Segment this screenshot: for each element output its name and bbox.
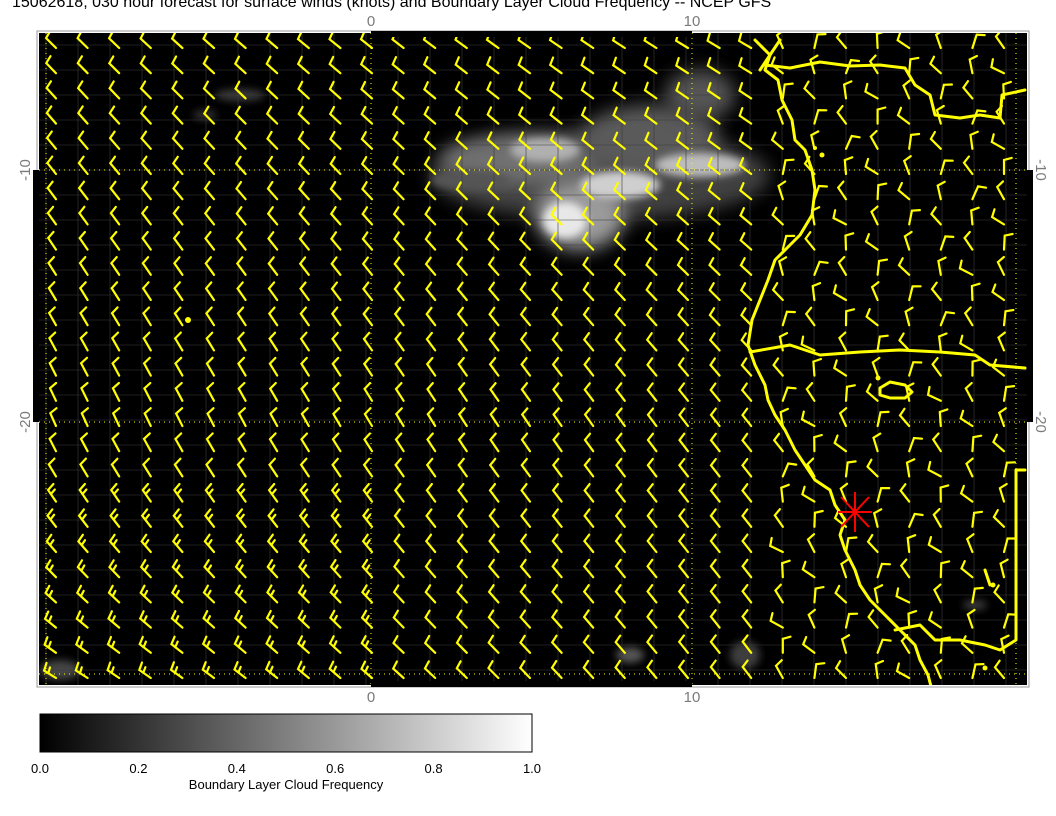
y-tick-left-10: -10 [17,159,34,181]
y-tick-left-20: -20 [17,411,34,433]
x-tick-bottom-0: 0 [367,689,375,706]
colorbar-tick-label: 0.6 [326,761,344,776]
station-marker-icon [838,492,872,532]
colorbar-tick-label: 0.2 [129,761,147,776]
x-tick-top-0: 0 [367,13,375,30]
colorbar-tick-label: 0.8 [425,761,443,776]
colorbar-ticks: 0.0 0.2 0.4 0.6 0.8 1.0 [31,761,541,776]
x-tick-top-10: 10 [684,13,701,30]
colorbar-tick-label: 0.0 [31,761,49,776]
colorbar-label: Boundary Layer Cloud Frequency [189,777,384,792]
y-tick-right-20: -20 [1032,411,1049,433]
map-figure: 0 10 0 10 -10 -20 -10 -20 0.0 0.2 0.4 0.6 0.… [17,13,1049,792]
colorbar-tick-label: 1.0 [523,761,541,776]
colorbar-tick-label: 0.4 [228,761,246,776]
colorbar: 0.0 0.2 0.4 0.6 0.8 1.0 Boundary Layer Cloud … [31,713,541,792]
colorbar-gradient [39,713,533,753]
x-tick-bottom-10: 10 [684,689,701,706]
y-tick-right-10: -10 [1032,159,1049,181]
